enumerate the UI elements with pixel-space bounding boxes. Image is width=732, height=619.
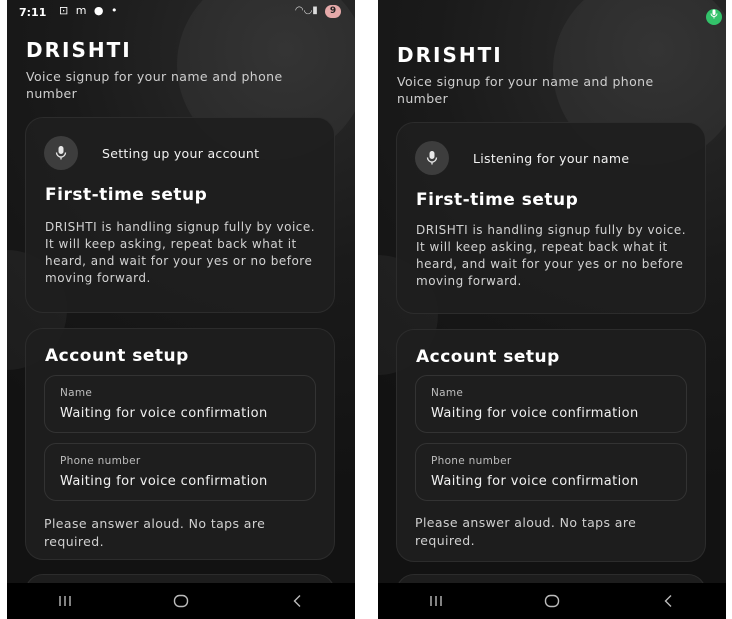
recent-apps-icon	[59, 596, 71, 606]
phone-field[interactable]: Phone number Waiting for voice confirmat…	[415, 443, 687, 501]
setup-heading: First-time setup	[416, 190, 579, 210]
system-nav-bar	[378, 583, 726, 619]
status-time: 7:11	[19, 6, 47, 19]
status-bar: 7:11 ⊡ m ● • ◠◡▮ 9	[7, 0, 355, 24]
status-card: Listening for your name First-time setup…	[396, 122, 706, 314]
name-field-value: Waiting for voice confirmation	[60, 406, 268, 421]
voice-status-pill: Listening for your name	[415, 141, 629, 175]
microphone-icon	[55, 146, 67, 160]
phone-screen-right: DRISHTI Voice signup for your name and p…	[378, 0, 726, 619]
system-nav-bar	[7, 583, 355, 619]
phone-field[interactable]: Phone number Waiting for voice confirmat…	[44, 443, 316, 501]
name-field[interactable]: Name Waiting for voice confirmation	[415, 375, 687, 433]
microphone-icon	[426, 151, 438, 165]
recent-apps-icon	[430, 596, 442, 606]
voice-hint: Please answer aloud. No taps are require…	[415, 515, 637, 548]
voice-status-label: Listening for your name	[473, 150, 630, 166]
back-icon	[293, 595, 301, 607]
home-button[interactable]	[532, 589, 572, 613]
back-icon	[664, 595, 672, 607]
phone-field-label: Phone number	[431, 455, 512, 467]
recent-apps-button[interactable]	[45, 589, 85, 613]
voice-hint: Please answer aloud. No taps are require…	[44, 516, 266, 549]
notification-icons: ⊡ m ● •	[59, 4, 120, 17]
app-title: DRISHTI	[26, 38, 132, 62]
home-icon	[173, 594, 189, 608]
phone-field-value: Waiting for voice confirmation	[60, 474, 268, 489]
name-field-value: Waiting for voice confirmation	[431, 406, 639, 421]
voice-status-pill: Setting up your account	[44, 136, 259, 170]
voice-status-label: Setting up your account	[102, 145, 260, 161]
setup-heading: First-time setup	[45, 185, 208, 205]
account-heading: Account setup	[416, 347, 560, 367]
setup-description: DRISHTI is handling signup fully by voic…	[416, 223, 687, 288]
recent-apps-button[interactable]	[416, 589, 456, 613]
setup-description: DRISHTI is handling signup fully by voic…	[45, 220, 316, 285]
name-field-label: Name	[60, 387, 93, 399]
account-card: Account setup Name Waiting for voice con…	[396, 329, 706, 562]
microphone-button[interactable]	[415, 141, 449, 175]
app-subtitle: Voice signup for your name and phone num…	[397, 74, 654, 106]
account-heading: Account setup	[45, 346, 189, 366]
name-field[interactable]: Name Waiting for voice confirmation	[44, 375, 316, 433]
back-button[interactable]	[648, 589, 688, 613]
microphone-button[interactable]	[44, 136, 78, 170]
account-card: Account setup Name Waiting for voice con…	[25, 328, 335, 560]
status-card: Setting up your account First-time setup…	[25, 117, 335, 313]
app-title: DRISHTI	[397, 43, 503, 67]
app-subtitle: Voice signup for your name and phone num…	[26, 69, 283, 101]
back-button[interactable]	[277, 589, 317, 613]
phone-field-label: Phone number	[60, 455, 141, 467]
status-right: ◠◡▮ 9	[295, 5, 341, 18]
battery-icon: 9	[325, 5, 341, 18]
wifi-signal-icon: ◠◡▮	[294, 5, 318, 16]
name-field-label: Name	[431, 387, 464, 399]
microphone-icon	[710, 9, 718, 19]
mic-active-indicator	[706, 9, 722, 25]
home-button[interactable]	[161, 589, 201, 613]
phone-field-value: Waiting for voice confirmation	[431, 474, 639, 489]
phone-screen-left: 7:11 ⊡ m ● • ◠◡▮ 9 DRISHTI Voice signup …	[7, 0, 355, 619]
home-icon	[544, 594, 560, 608]
